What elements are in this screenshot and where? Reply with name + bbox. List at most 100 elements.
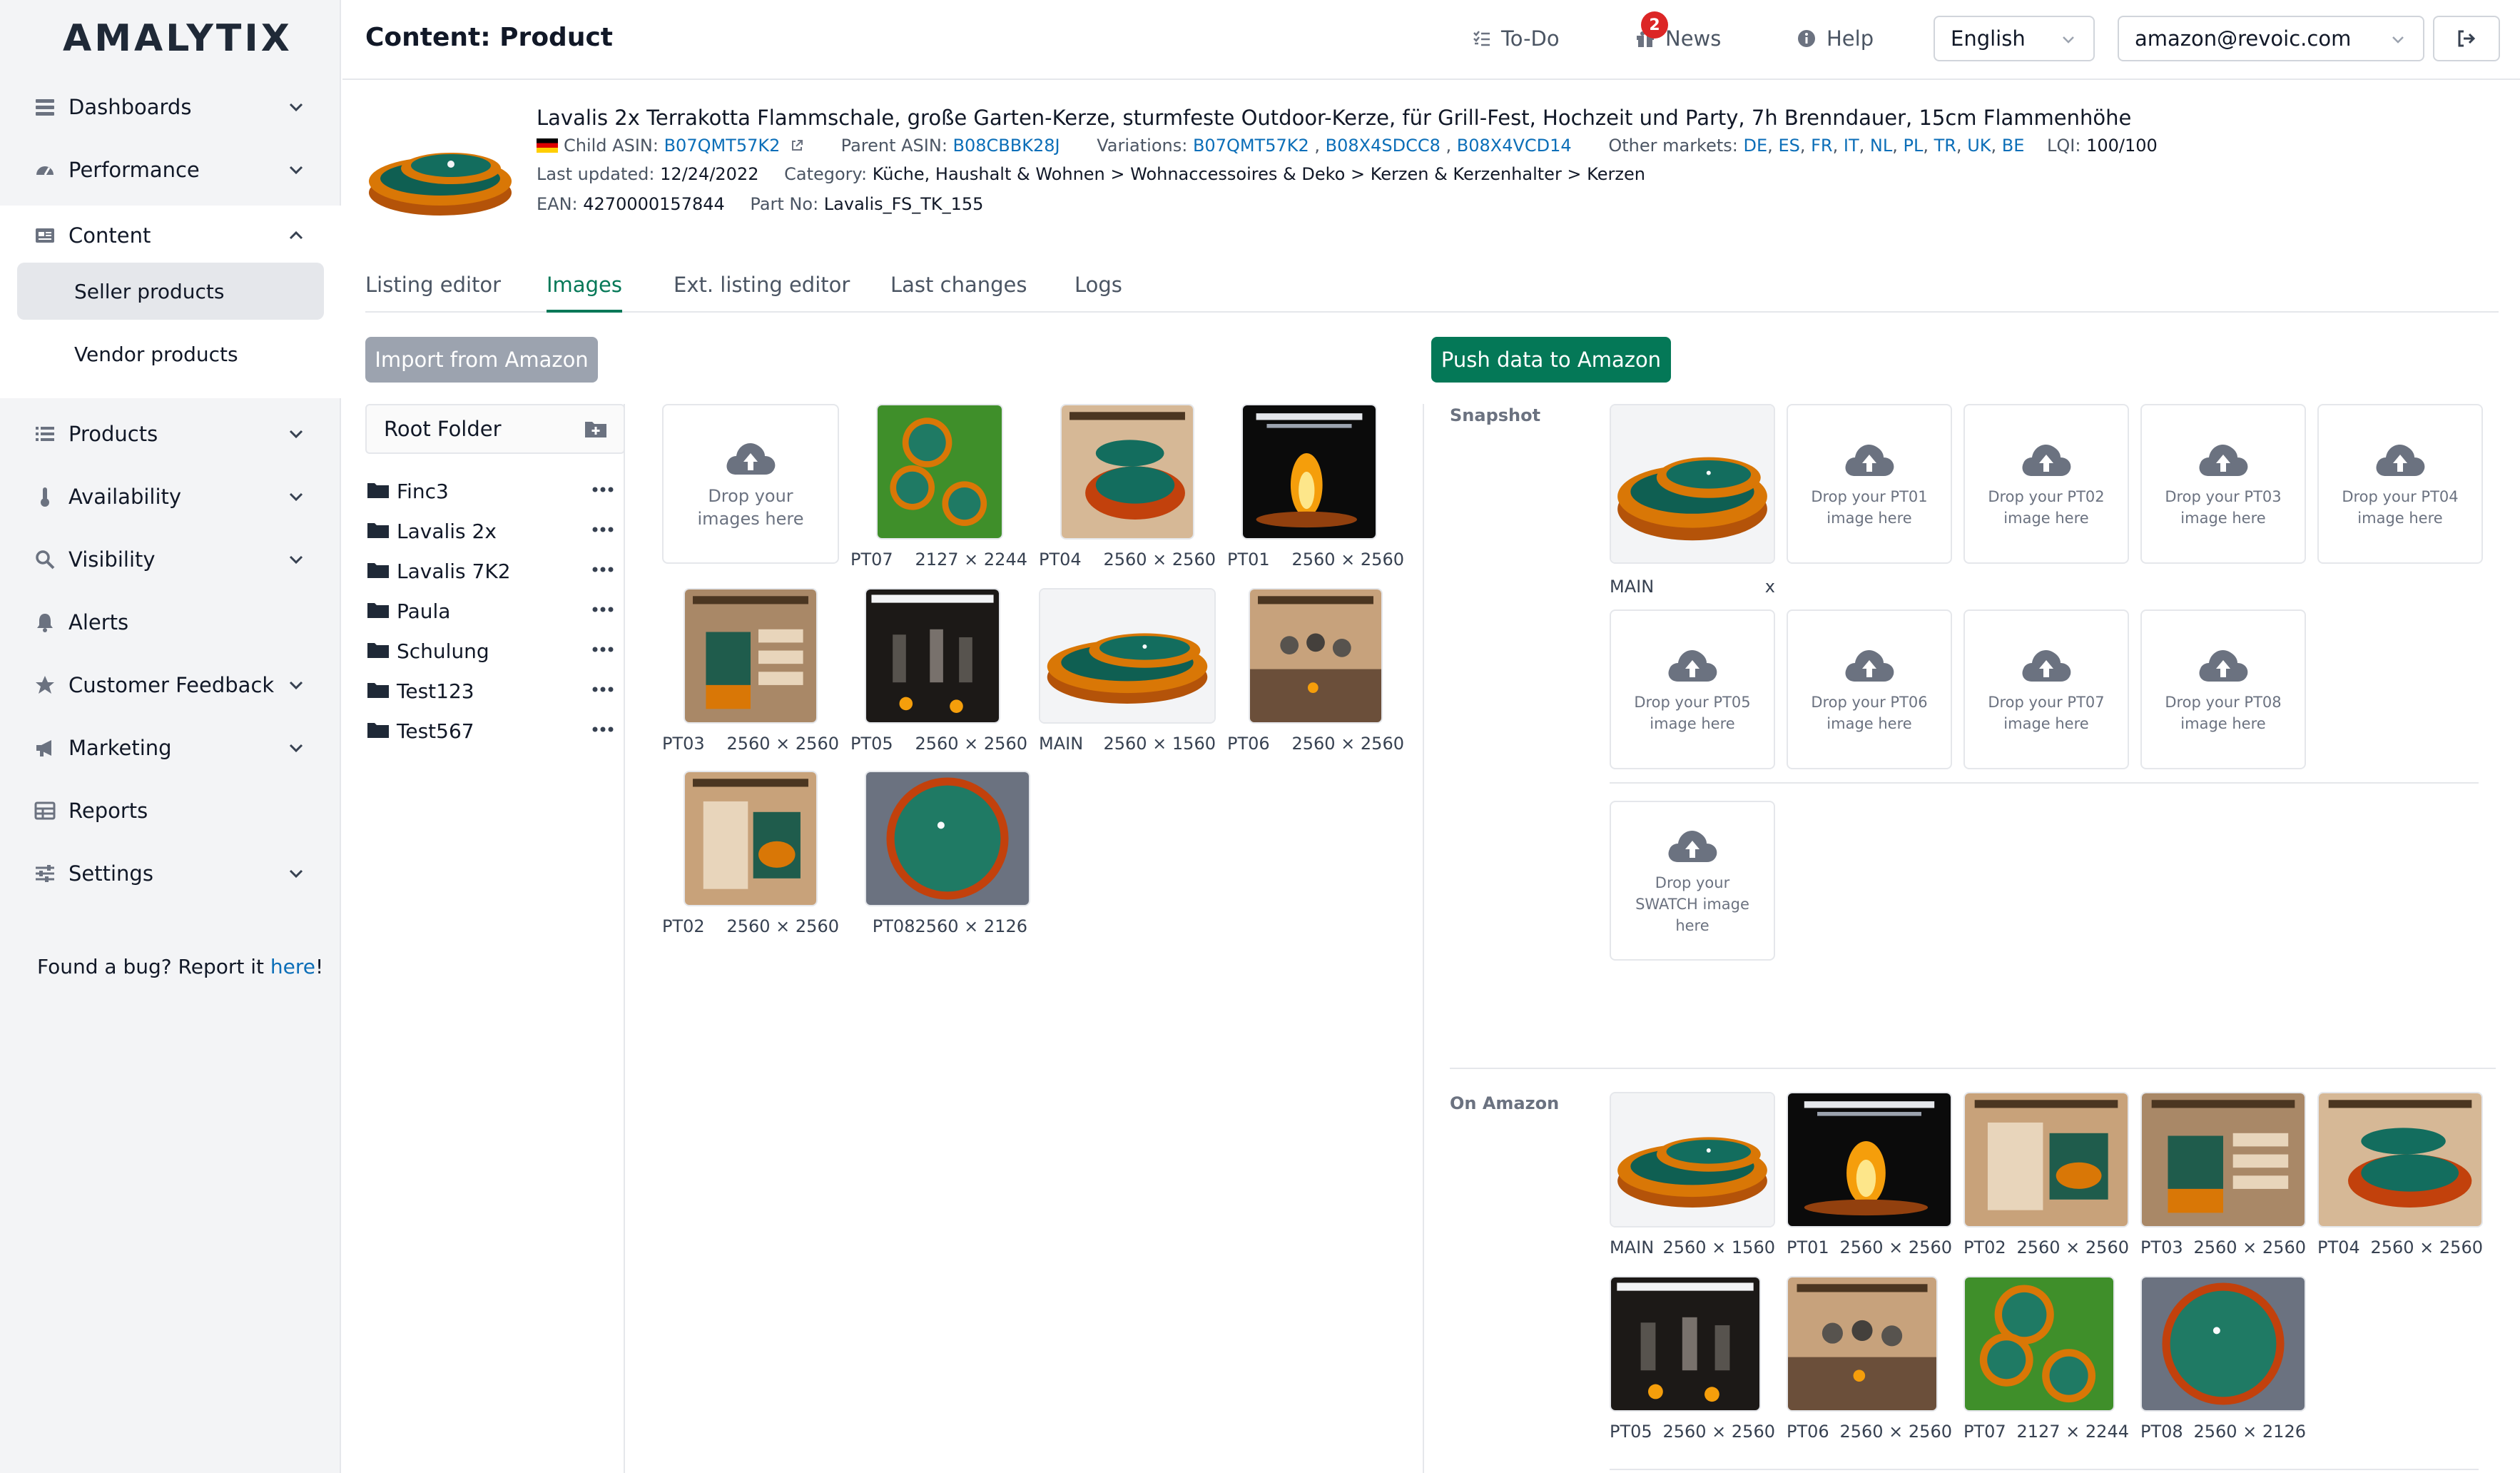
library-image-pt05[interactable] (865, 588, 1000, 724)
on-amazon-image-main[interactable] (1610, 1092, 1775, 1228)
sidebar-item-dashboards[interactable]: Dashboards (0, 77, 341, 137)
snapshot-drop-swatch[interactable]: Drop your SWATCH image here (1610, 801, 1775, 961)
on-amazon-image-pt06[interactable] (1787, 1276, 1938, 1412)
market-link-it[interactable]: IT (1844, 136, 1859, 156)
market-link-be[interactable]: BE (2002, 136, 2025, 156)
sidebar-item-settings[interactable]: Settings (0, 844, 341, 903)
market-link-nl[interactable]: NL (1870, 136, 1892, 156)
market-link-tr[interactable]: TR (1934, 136, 1956, 156)
image-caption: MAIN x (1610, 577, 1775, 597)
parent-asin-link[interactable]: B08CBBK28J (953, 136, 1060, 156)
logout-button[interactable] (2433, 16, 2500, 61)
market-link-fr[interactable]: FR (1811, 136, 1832, 156)
sidebar-item-products[interactable]: Products (0, 404, 341, 464)
on-amazon-image-pt01[interactable] (1787, 1092, 1952, 1228)
more-options-icon[interactable] (592, 527, 614, 532)
sidebar-item-visibility[interactable]: Visibility (0, 530, 341, 589)
on-amazon-image-pt05[interactable] (1610, 1276, 1761, 1412)
sidebar-item-availability[interactable]: Availability (0, 467, 341, 527)
sidebar-item-alerts[interactable]: Alerts (0, 592, 341, 652)
market-link-pl[interactable]: PL (1903, 136, 1923, 156)
library-image-main[interactable] (1039, 588, 1216, 724)
market-link-uk[interactable]: UK (1967, 136, 1991, 156)
on-amazon-image-pt04[interactable] (2317, 1092, 2483, 1228)
folder-item[interactable]: Finc3 (365, 471, 625, 511)
more-options-icon[interactable] (592, 607, 614, 612)
library-image-pt01[interactable] (1241, 404, 1377, 540)
folder-icon (367, 563, 389, 578)
add-folder-icon[interactable] (584, 418, 608, 440)
on-amazon-image-pt02[interactable] (1963, 1092, 2129, 1228)
snapshot-drop-pt01[interactable]: Drop your PT01 image here (1787, 404, 1952, 564)
folder-item[interactable]: Paula (365, 591, 625, 631)
folder-label: Paula (397, 599, 451, 623)
todo-button[interactable]: To-Do (1473, 21, 1560, 56)
tab-listing-editor[interactable]: Listing editor (365, 273, 501, 313)
more-options-icon[interactable] (592, 567, 614, 572)
library-image-pt08[interactable] (865, 771, 1030, 906)
folder-item[interactable]: Schulung (365, 631, 625, 671)
sidebar-subitem-vendor-products[interactable]: Vendor products (17, 325, 324, 383)
market-link-de[interactable]: DE (1744, 136, 1768, 156)
folder-item[interactable]: Lavalis 2x (365, 511, 625, 551)
sidebar-item-label: Products (68, 422, 158, 446)
on-amazon-image-pt03[interactable] (2140, 1092, 2306, 1228)
bug-report-link[interactable]: here (270, 955, 315, 978)
app-logo[interactable]: AMALYTIX (63, 17, 293, 60)
language-select[interactable]: English (1934, 16, 2095, 61)
folder-item[interactable]: Test123 (365, 671, 625, 711)
tab-images[interactable]: Images (547, 273, 622, 313)
variation-link[interactable]: B08X4VCD14 (1457, 136, 1572, 156)
child-asin-link[interactable]: B07QMT57K2 (664, 136, 781, 156)
library-image-pt03[interactable] (684, 588, 818, 724)
market-link-es[interactable]: ES (1778, 136, 1799, 156)
import-from-amazon-button[interactable]: Import from Amazon (365, 337, 598, 383)
more-options-icon[interactable] (592, 687, 614, 692)
drop-zone-text: Drop your PT06 image here (1811, 694, 1928, 732)
sidebar-subitem-seller-products[interactable]: Seller products (17, 263, 324, 320)
sidebar-item-reports[interactable]: Reports (0, 781, 341, 841)
library-image-pt07[interactable] (876, 404, 1003, 540)
external-link-icon[interactable] (790, 138, 804, 153)
more-options-icon[interactable] (592, 487, 614, 492)
tab-ext-listing-editor[interactable]: Ext. listing editor (674, 273, 850, 313)
snapshot-drop-pt03[interactable]: Drop your PT03 image here (2140, 404, 2306, 564)
chevron-down-icon (289, 681, 303, 690)
library-image-pt02[interactable] (684, 771, 818, 906)
on-amazon-image-pt07[interactable] (1963, 1276, 2115, 1412)
sidebar-item-performance[interactable]: Performance (0, 140, 341, 200)
sidebar-item-customer-feedback[interactable]: Customer Feedback (0, 655, 341, 715)
snapshot-drop-pt02[interactable]: Drop your PT02 image here (1963, 404, 2129, 564)
image-thumbnail (1250, 589, 1381, 722)
sidebar-item-label: Dashboards (68, 95, 192, 119)
variation-link[interactable]: B08X4SDCC8 (1326, 136, 1441, 156)
push-data-to-amazon-button[interactable]: Push data to Amazon (1431, 337, 1671, 383)
library-image-pt04[interactable] (1060, 404, 1194, 540)
sidebar-item-content[interactable]: Content (0, 206, 341, 265)
snapshot-drop-pt05[interactable]: Drop your PT05 image here (1610, 609, 1775, 769)
snapshot-drop-pt07[interactable]: Drop your PT07 image here (1963, 609, 2129, 769)
library-image-pt06[interactable] (1249, 588, 1383, 724)
tab-logs[interactable]: Logs (1074, 273, 1122, 313)
image-caption: PT08 2560 × 2126 (2140, 1422, 2306, 1442)
remove-image-button[interactable]: x (1765, 577, 1775, 597)
library-drop-zone[interactable]: Drop your images here (662, 404, 839, 564)
snapshot-drop-pt08[interactable]: Drop your PT08 image here (2140, 609, 2306, 769)
folder-item[interactable]: Test567 (365, 711, 625, 751)
snapshot-drop-pt04[interactable]: Drop your PT04 image here (2317, 404, 2483, 564)
tab-last-changes[interactable]: Last changes (890, 273, 1027, 313)
snapshot-drop-pt06[interactable]: Drop your PT06 image here (1787, 609, 1952, 769)
snapshot-main-image[interactable] (1610, 404, 1775, 564)
variation-link[interactable]: B07QMT57K2 (1193, 136, 1309, 156)
image-dimensions: 2560 × 1560 (1662, 1237, 1775, 1257)
account-select[interactable]: amazon@revoic.com (2118, 16, 2424, 61)
folder-item[interactable]: Lavalis 7K2 (365, 551, 625, 591)
more-options-icon[interactable] (592, 727, 614, 732)
root-folder[interactable]: Root Folder (365, 404, 625, 454)
sidebar-item-marketing[interactable]: Marketing (0, 718, 341, 778)
more-options-icon[interactable] (592, 647, 614, 652)
image-dimensions: 2560 × 2560 (2016, 1237, 2129, 1257)
help-button[interactable]: Help (1797, 21, 1874, 56)
image-slot-label: PT07 (850, 550, 893, 570)
on-amazon-image-pt08[interactable] (2140, 1276, 2306, 1412)
